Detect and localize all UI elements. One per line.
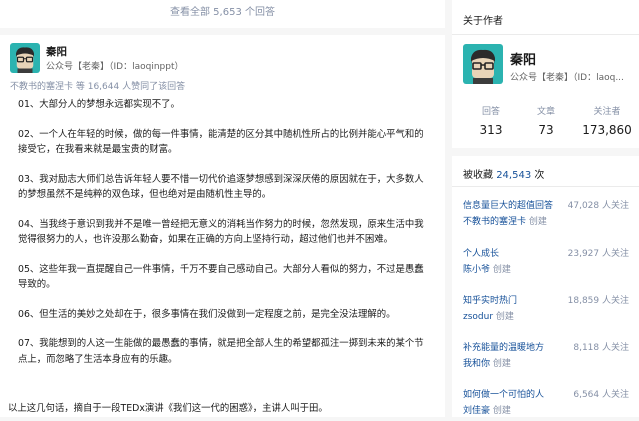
collections-card: 被收藏 24,543 次 信息量巨大的超值回答 不教书的塞涅卡 创建 47,02… — [452, 156, 639, 417]
stat-value: 313 — [479, 123, 503, 137]
stat-label: 文章 — [536, 107, 555, 117]
collection-title-link[interactable]: 信息量巨大的超值回答 — [463, 198, 571, 211]
stat-value: 73 — [538, 123, 554, 137]
answer-card: 秦阳 公众号【老秦】（ID：laoqinppt） 不教书的塞涅卡 等 16,64… — [0, 35, 445, 417]
collection-action: 创建 — [528, 217, 547, 227]
author-name[interactable]: 秦阳 — [46, 44, 67, 59]
collection-title-link[interactable]: 补充能量的温暖地方 — [463, 340, 571, 353]
divider — [452, 34, 639, 35]
answer-content: 01、大部分人的梦想永远都实现不了。 02、一个人在年轻的时候，做的每一件事情，… — [8, 97, 433, 414]
stat-articles[interactable]: 文章 73 — [515, 104, 577, 137]
stat-answers[interactable]: 回答 313 — [460, 104, 522, 137]
answer-paragraph: 05、这些年我一直提醒自己一件事情，千万不要自己感动自己。大部分人看似的努力，不… — [18, 263, 424, 291]
divider — [452, 186, 639, 187]
collection-title-link[interactable]: 知乎实时热门 — [463, 293, 571, 306]
collection-follow-count: 18,859 人关注 — [567, 296, 629, 306]
answer-paragraph: 02、一个人在年轻的时候，做的每一件事情，能清楚的区分其中随机性所占的比例并能心… — [18, 128, 424, 156]
about-author-card: 关于作者 秦阳 公众号【老秦】（ID：laoq... 回答 313 文章 73 … — [452, 0, 639, 148]
sidebar-author-avatar[interactable] — [463, 44, 503, 84]
collection-item: 补充能量的温暖地方 我和你 创建 8,118 人关注 — [463, 340, 633, 374]
about-author-title: 关于作者 — [463, 16, 503, 27]
main-column: 查看全部 5,653 个回答 秦阳 公众号【老秦】（ID：laoqinppt） … — [0, 0, 445, 417]
collection-creator-link[interactable]: 不教书的塞涅卡 — [463, 217, 526, 227]
collection-creator-link[interactable]: zsodur — [463, 312, 493, 322]
stat-value: 173,860 — [582, 123, 632, 137]
collections-suffix: 次 — [534, 170, 545, 181]
stat-label: 关注者 — [593, 107, 621, 117]
collection-creator-link[interactable]: 刘佳豪 — [463, 406, 490, 416]
view-all-answers-link[interactable]: 查看全部 5,653 个回答 — [0, 0, 445, 28]
collection-creator-link[interactable]: 我和你 — [463, 359, 490, 369]
author-avatar[interactable] — [10, 43, 40, 73]
answer-paragraph: 01、大部分人的梦想永远都实现不了。 — [18, 99, 180, 110]
collections-count[interactable]: 24,543 — [496, 170, 531, 181]
collection-title-link[interactable]: 个人成长 — [463, 246, 571, 259]
collection-action: 创建 — [495, 312, 514, 322]
sidebar: 关于作者 秦阳 公众号【老秦】（ID：laoq... 回答 313 文章 73 … — [452, 0, 639, 417]
collection-item: 个人成长 陈小爷 创建 23,927 人关注 — [463, 246, 633, 280]
collection-follow-count: 6,564 人关注 — [573, 390, 629, 400]
answer-author: 秦阳 公众号【老秦】（ID：laoqinppt） — [10, 43, 430, 73]
author-stats: 回答 313 文章 73 关注者 173,860 — [452, 104, 639, 144]
collection-follow-count: 8,118 人关注 — [573, 343, 629, 353]
collection-follow-count: 23,927 人关注 — [567, 249, 629, 259]
collection-action: 创建 — [492, 406, 511, 416]
answer-paragraph: 04、当我终于意识到我并不是唯一曾经把无意义的消耗当作努力的时候，忽然发现，原来… — [18, 218, 424, 246]
sidebar-author-name[interactable]: 秦阳 — [510, 49, 536, 68]
sidebar-author-bio: 公众号【老秦】（ID：laoq... — [510, 73, 624, 83]
answer-paragraph: 03、我对励志大师们总告诉年轻人要不惜一切代价追逐梦想感到深深厌倦的原因就在于，… — [18, 173, 424, 201]
stat-label: 回答 — [481, 107, 500, 117]
collection-item: 如何做一个可怕的人 刘佳豪 创建 6,564 人关注 — [463, 387, 633, 421]
answer-paragraph: 06、但生活的美妙之处却在于，很多事情在我们没做到一定程度之前，是完全没法理解的… — [18, 308, 396, 320]
stat-followers[interactable]: 关注者 173,860 — [576, 104, 638, 137]
collections-prefix: 被收藏 — [463, 170, 493, 181]
collection-action: 创建 — [492, 359, 511, 369]
collection-title-link[interactable]: 如何做一个可怕的人 — [463, 387, 571, 400]
collection-creator-link[interactable]: 陈小爷 — [463, 265, 490, 275]
collection-follow-count: 47,028 人关注 — [567, 201, 629, 211]
collections-title: 被收藏 24,543 次 — [463, 166, 544, 181]
voters-line[interactable]: 不教书的塞涅卡 等 16,644 人赞同了该回答 — [10, 79, 185, 92]
answer-closing: 以上这几句话，摘自于一段TEDx演讲《我们这一代的困惑》，主讲人叫于田。 — [8, 403, 328, 414]
collection-action: 创建 — [492, 265, 511, 275]
author-bio: 公众号【老秦】（ID：laoqinppt） — [46, 62, 184, 72]
collection-item: 信息量巨大的超值回答 不教书的塞涅卡 创建 47,028 人关注 — [463, 198, 633, 232]
collection-item: 知乎实时热门 zsodur 创建 18,859 人关注 — [463, 293, 633, 327]
answer-paragraph: 07、我能想到的人这一生能做的最愚蠢的事情，就是把全部人生的希望都孤注一掷到未来… — [18, 338, 424, 365]
